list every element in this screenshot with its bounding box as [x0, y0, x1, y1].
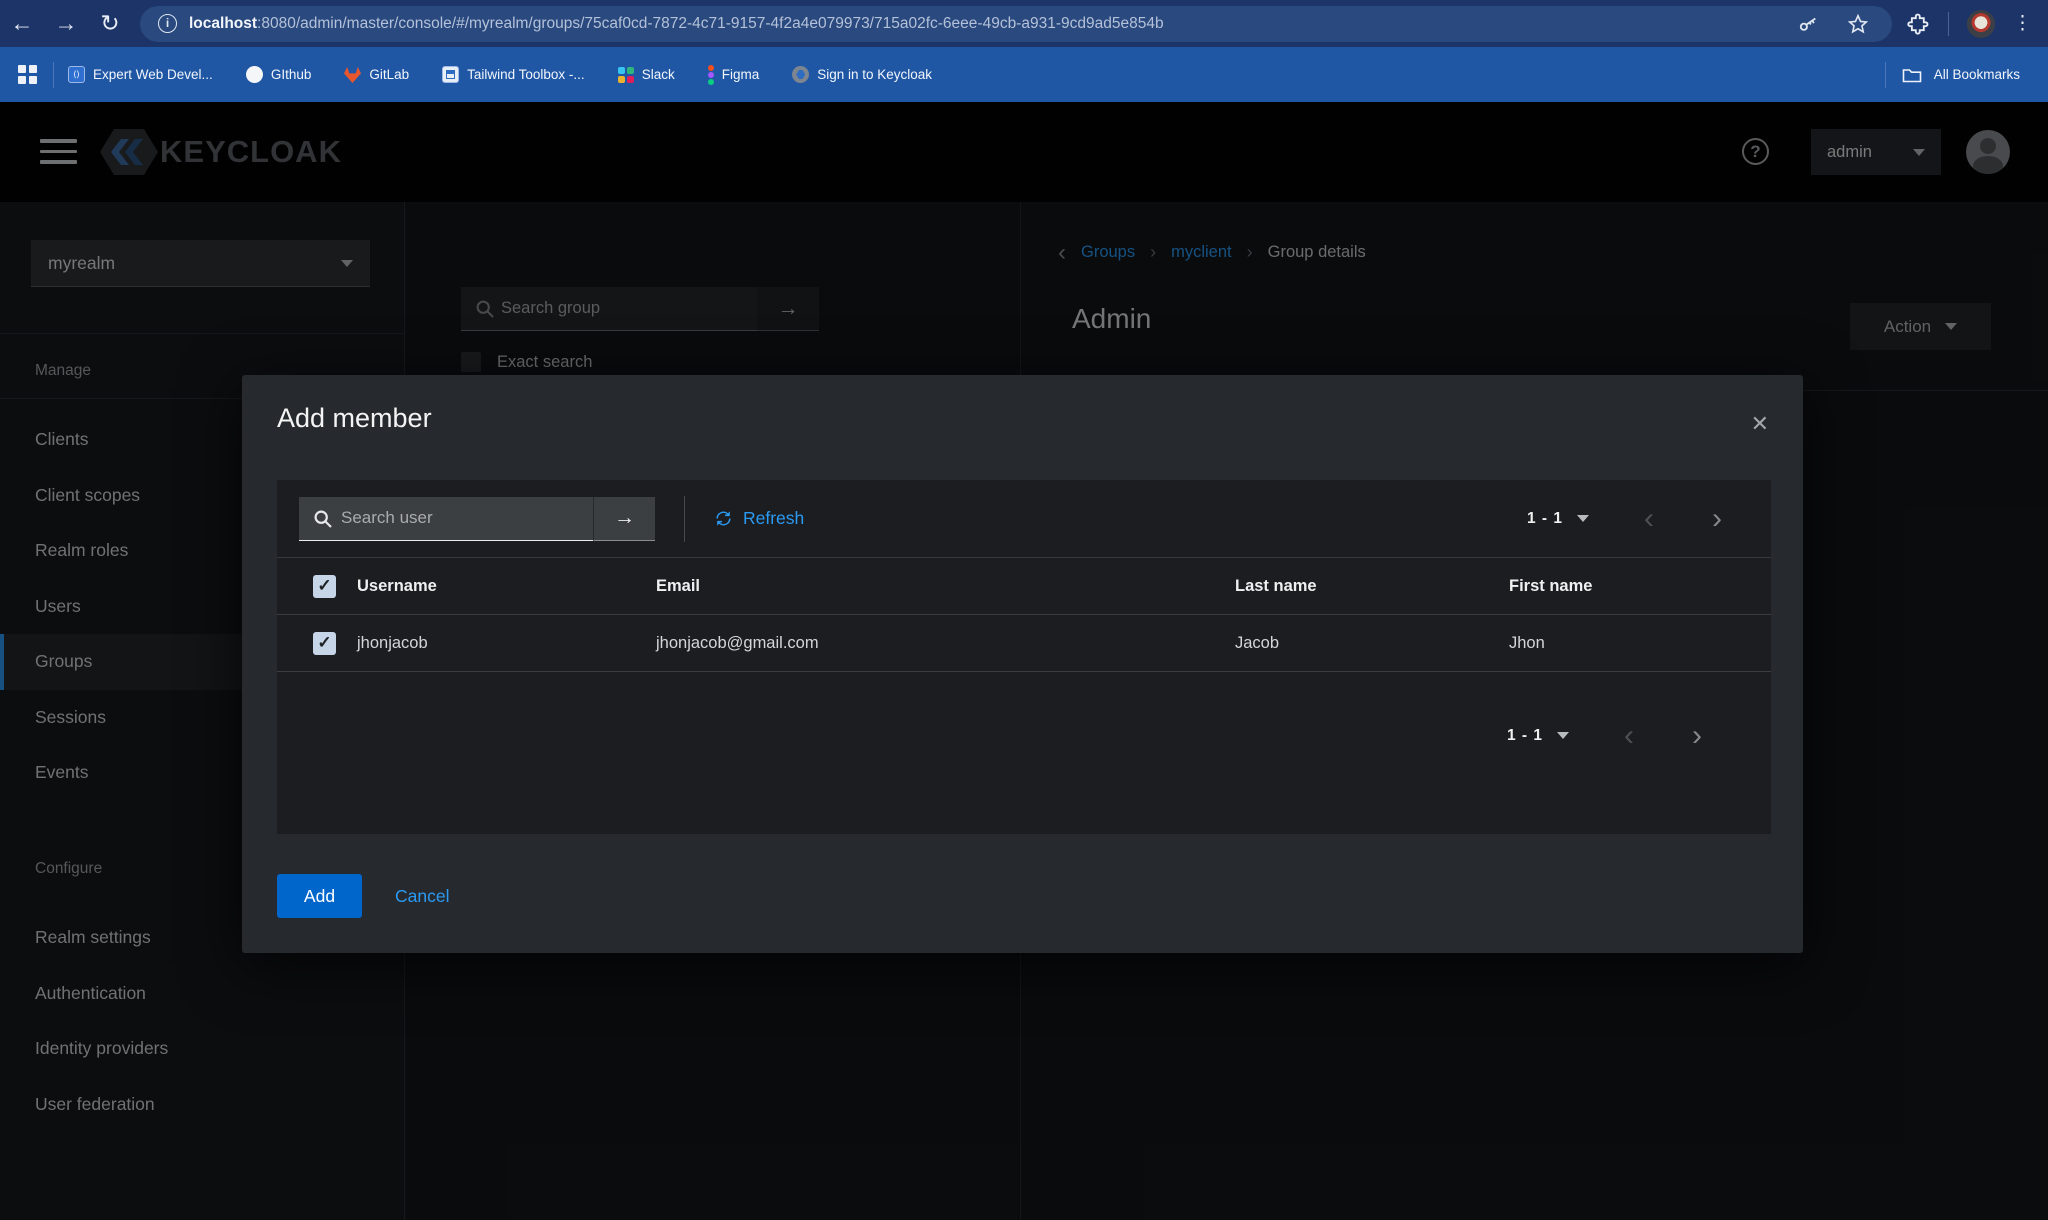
add-member-modal: Add member ✕ → [242, 375, 1803, 953]
bookmark-figma[interactable]: Figma [708, 65, 760, 85]
chevron-right-icon[interactable]: › [1705, 507, 1729, 531]
bookmark-gitlab[interactable]: GitLab [344, 67, 409, 83]
bookmark-tailwind-toolbox[interactable]: Tailwind Toolbox -... [442, 66, 585, 83]
url-text[interactable]: localhost:8080/admin/master/console/#/my… [189, 15, 1164, 33]
cell-last-name: Jacob [1235, 634, 1509, 653]
address-bar[interactable]: i localhost:8080/admin/master/console/#/… [140, 6, 1892, 42]
slack-favicon [618, 67, 634, 83]
expert-web-dev-favicon: ⟨⟩ [68, 66, 85, 83]
bookmark-keycloak[interactable]: Sign in to Keycloak [792, 66, 932, 83]
browser-menu-icon[interactable]: ⋮ [2013, 12, 2032, 35]
bookmarks-bar: ⟨⟩ Expert Web Devel... GIthub GitLab Tai… [0, 47, 2048, 102]
chevron-left-icon[interactable]: ‹ [1617, 724, 1641, 748]
site-info-icon[interactable]: i [158, 14, 177, 33]
sync-icon [714, 509, 733, 528]
apps-grid-icon[interactable] [18, 65, 37, 84]
bookmark-expert-web-dev[interactable]: ⟨⟩ Expert Web Devel... [68, 66, 213, 83]
search-user-submit-button[interactable]: → [593, 497, 655, 541]
modal-footer: Add Cancel [277, 874, 449, 918]
chevron-left-icon[interactable]: ‹ [1637, 507, 1661, 531]
pagination-range: 1 - 1 [1507, 727, 1543, 745]
password-key-icon[interactable] [1796, 12, 1820, 36]
keycloak-favicon [792, 66, 809, 83]
modal-toolbar: → Refresh 1 - 1 ‹ [277, 480, 1771, 558]
bookmark-github[interactable]: GIthub [246, 66, 312, 83]
keycloak-app: KEYCLOAK ? admin myrealm Manage Clients … [0, 102, 2048, 1220]
reload-icon[interactable]: ↻ [88, 10, 132, 37]
pagination-range: 1 - 1 [1527, 510, 1563, 528]
github-favicon [246, 66, 263, 83]
folder-icon [1902, 66, 1922, 84]
add-button[interactable]: Add [277, 874, 362, 918]
table-header-row: ✓ Username Email Last name First name [277, 558, 1771, 615]
row-checkbox[interactable]: ✓ [313, 632, 336, 655]
column-header-last-name[interactable]: Last name [1235, 577, 1509, 596]
all-bookmarks[interactable]: All Bookmarks [1885, 62, 2048, 88]
browser-profile-avatar[interactable] [1967, 10, 1995, 38]
cancel-button[interactable]: Cancel [395, 886, 449, 907]
gitlab-favicon [344, 67, 361, 83]
screen: ← → ↻ i localhost:8080/admin/master/cons… [0, 0, 2048, 1220]
pagination-menu-icon[interactable] [1557, 732, 1569, 739]
bookmark-slack[interactable]: Slack [618, 67, 675, 83]
column-header-email[interactable]: Email [656, 577, 1235, 596]
user-search: → [299, 497, 655, 541]
browser-toolbar: ← → ↻ i localhost:8080/admin/master/cons… [0, 0, 2048, 47]
bookmark-star-icon[interactable] [1846, 12, 1870, 36]
pagination-bottom: 1 - 1 ‹ › [277, 672, 1771, 799]
column-header-username[interactable]: Username [357, 577, 656, 596]
divider [684, 496, 685, 542]
extensions-icon[interactable] [1906, 12, 1930, 36]
pagination-menu-icon[interactable] [1577, 515, 1589, 522]
pagination-top: 1 - 1 ‹ › [1527, 507, 1729, 531]
select-all-checkbox[interactable]: ✓ [313, 575, 336, 598]
cell-username: jhonjacob [357, 634, 656, 653]
back-icon[interactable]: ← [0, 10, 44, 37]
bookmarks-separator [53, 62, 54, 88]
cell-first-name: Jhon [1509, 634, 1771, 653]
search-icon [313, 509, 333, 529]
forward-icon[interactable]: → [44, 10, 88, 37]
search-user-input[interactable] [299, 497, 593, 541]
column-header-first-name[interactable]: First name [1509, 577, 1771, 596]
chevron-right-icon[interactable]: › [1685, 724, 1709, 748]
figma-favicon [708, 65, 714, 85]
close-icon[interactable]: ✕ [1751, 411, 1769, 437]
table-row[interactable]: ✓ jhonjacob jhonjacob@gmail.com Jacob Jh… [277, 615, 1771, 672]
cell-email: jhonjacob@gmail.com [656, 634, 1235, 653]
modal-table-panel: → Refresh 1 - 1 ‹ [277, 480, 1771, 834]
toolbar-separator [1948, 12, 1949, 36]
modal-title: Add member [277, 403, 432, 434]
tailwind-toolbox-favicon [442, 66, 459, 83]
refresh-button[interactable]: Refresh [714, 508, 804, 529]
